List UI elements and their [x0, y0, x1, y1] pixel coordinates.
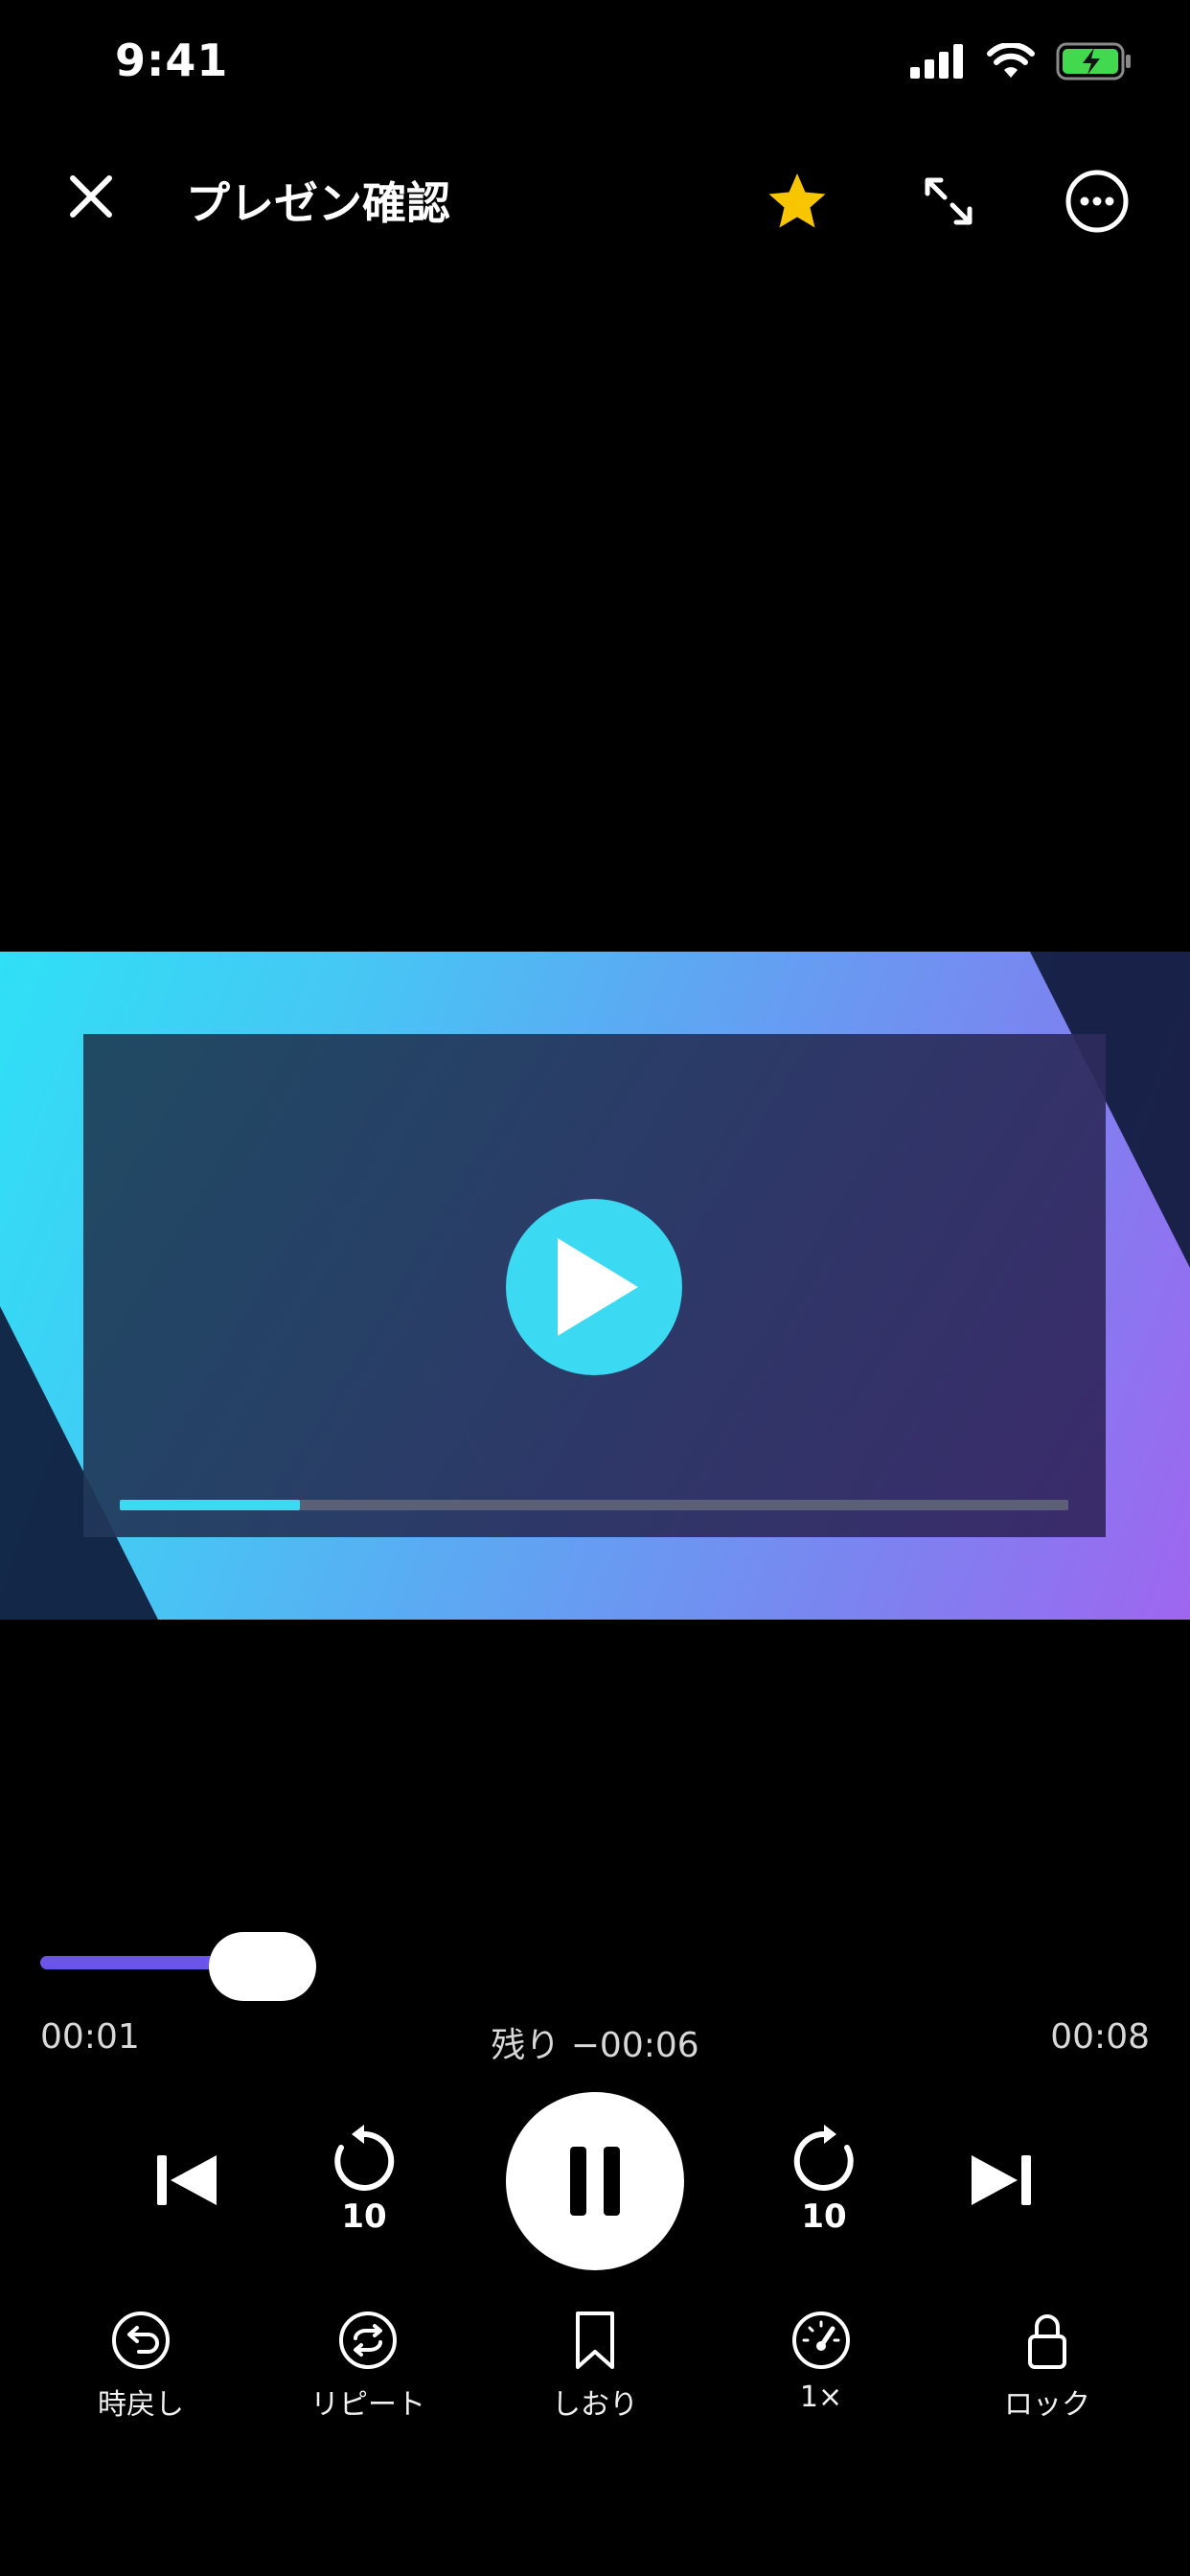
video-inner-progress-fill: [120, 1500, 300, 1510]
back-in-time-label: 時戻し: [98, 2388, 184, 2422]
battery-charging-icon: [1056, 42, 1131, 80]
back-in-time-button[interactable]: 時戻し: [45, 2310, 237, 2423]
repeat-button[interactable]: リピート: [272, 2310, 464, 2423]
bookmark-icon: [576, 2312, 614, 2369]
total-time: 00:08: [1050, 2017, 1150, 2057]
next-button[interactable]: [958, 2137, 1044, 2223]
repeat-icon: [339, 2312, 397, 2369]
status-time: 9:41: [115, 34, 229, 86]
favorite-button[interactable]: [759, 163, 835, 240]
playback-speed-button[interactable]: 1×: [725, 2310, 917, 2414]
fast-forward-icon: [793, 2125, 854, 2191]
lock-label: ロック: [1004, 2388, 1090, 2422]
speed-gauge-icon: [792, 2312, 850, 2369]
expand-icon: [925, 177, 973, 225]
status-icons: [910, 42, 1133, 80]
skip-next-icon: [972, 2155, 1031, 2205]
seek-bar-handle[interactable]: [209, 1932, 316, 2001]
playback-speed-label: 1×: [799, 2380, 843, 2414]
cellular-signal-icon: [910, 44, 963, 79]
repeat-label: リピート: [310, 2388, 425, 2422]
back-in-time-icon: [112, 2312, 170, 2369]
close-button[interactable]: [57, 163, 125, 230]
fullscreen-button[interactable]: [910, 163, 987, 240]
remaining-time: 残り −00:06: [491, 2026, 699, 2065]
lock-icon: [1028, 2314, 1066, 2369]
bookmark-label: しおり: [552, 2388, 638, 2422]
rewind-label: 10: [341, 2197, 387, 2236]
close-icon: [70, 175, 112, 218]
more-horizontal-icon: [1065, 170, 1129, 233]
lock-button[interactable]: ロック: [951, 2310, 1143, 2423]
video-player[interactable]: [0, 952, 1190, 1620]
star-icon: [768, 173, 826, 228]
page-title: プレゼン確認: [186, 177, 450, 229]
video-play-button[interactable]: [506, 1199, 682, 1375]
bookmark-button[interactable]: しおり: [499, 2310, 691, 2423]
previous-button[interactable]: [144, 2137, 230, 2223]
forward-10-button[interactable]: 10: [776, 2118, 872, 2242]
play-icon: [558, 1238, 638, 1336]
skip-previous-icon: [157, 2155, 217, 2205]
pause-icon: [570, 2147, 620, 2216]
rewind-icon: [334, 2125, 395, 2191]
pause-button[interactable]: [506, 2092, 684, 2270]
more-options-button[interactable]: [1059, 163, 1135, 240]
forward-label: 10: [801, 2197, 847, 2236]
rewind-10-button[interactable]: 10: [316, 2118, 412, 2242]
wifi-icon: [987, 43, 1035, 78]
